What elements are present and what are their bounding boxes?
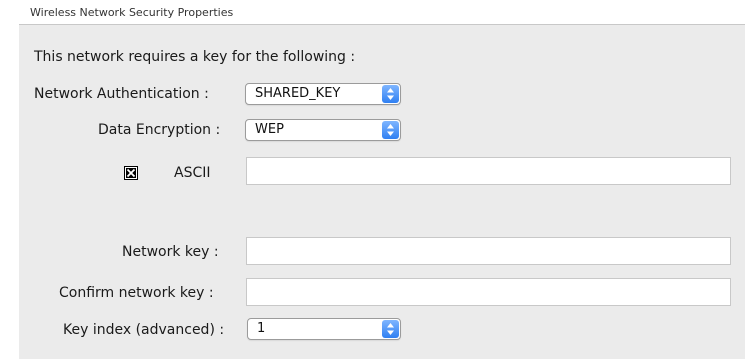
data-encryption-label: Data Encryption : <box>98 122 221 138</box>
network-authentication-label: Network Authentication : <box>34 86 209 102</box>
key-index-select[interactable]: 1 <box>247 318 401 340</box>
security-properties-panel <box>19 24 745 359</box>
updown-arrows-icon <box>382 320 399 338</box>
key-index-value: 1 <box>257 321 266 336</box>
network-authentication-value: SHARED_KEY <box>255 86 341 101</box>
window-titlebar: Wireless Network Security Properties <box>0 0 745 24</box>
confirm-network-key-field[interactable] <box>246 278 731 306</box>
ascii-label: ASCII <box>174 165 211 181</box>
confirm-network-key-label: Confirm network key : <box>59 285 214 301</box>
updown-arrows-icon <box>382 121 399 139</box>
checkbox-checked-icon <box>126 168 136 178</box>
data-encryption-value: WEP <box>255 122 284 137</box>
form-heading: This network requires a key for the foll… <box>34 49 356 65</box>
ascii-checkbox[interactable] <box>124 166 138 180</box>
window-title: Wireless Network Security Properties <box>30 6 234 19</box>
ascii-key-field[interactable] <box>246 157 731 185</box>
data-encryption-select[interactable]: WEP <box>245 119 401 141</box>
network-authentication-select[interactable]: SHARED_KEY <box>245 83 401 105</box>
network-key-label: Network key : <box>122 244 219 260</box>
network-key-field[interactable] <box>246 237 731 265</box>
key-index-label: Key index (advanced) : <box>63 322 225 338</box>
updown-arrows-icon <box>382 85 399 103</box>
